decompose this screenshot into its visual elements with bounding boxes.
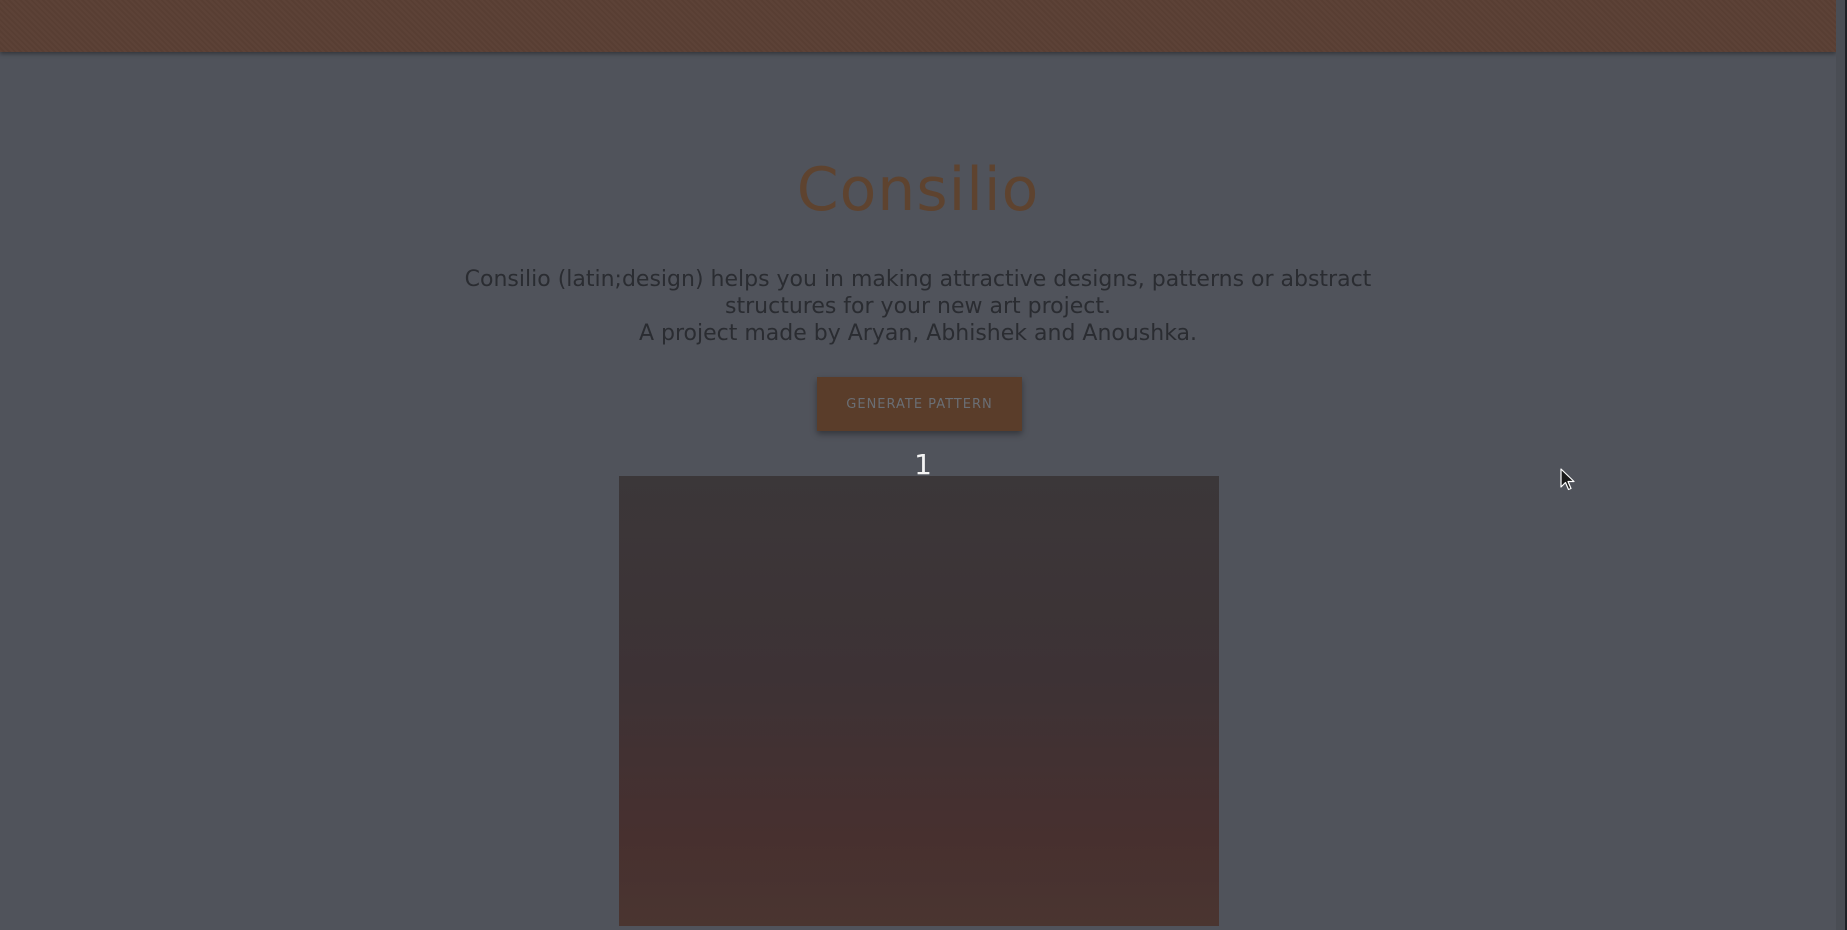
generate-pattern-button[interactable]: GENERATE PATTERN [817,377,1022,431]
browser-viewport: Consilio Consilio (latin;design) helps y… [0,0,1847,930]
page-title: Consilio [796,155,1040,225]
mouse-pointer-icon [1560,468,1575,491]
pattern-canvas[interactable] [619,476,1219,926]
project-description: Consilio (latin;design) helps you in mak… [458,266,1378,347]
description-line-3: A project made by Aryan, Abhishek and An… [638,321,1198,346]
description-line-2: structures for your new art project. [725,294,1111,319]
description-line-1: Consilio (latin;design) helps you in mak… [464,267,1372,292]
top-navbar [0,0,1836,52]
page: Consilio Consilio (latin;design) helps y… [0,0,1845,930]
